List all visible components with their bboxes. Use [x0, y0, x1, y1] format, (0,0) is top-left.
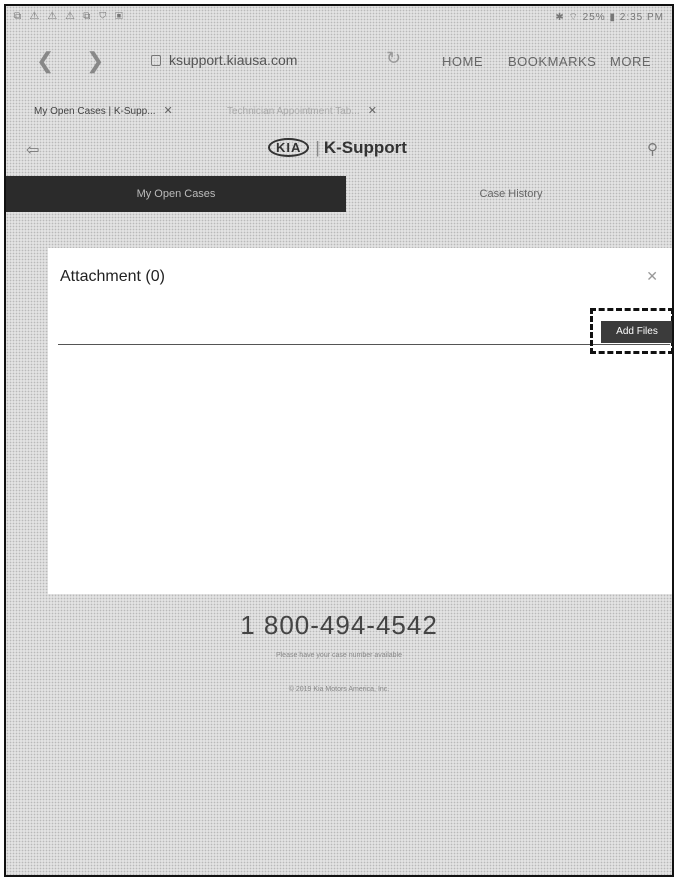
lock-icon: [151, 55, 161, 66]
site-header: ⇦ KIA | K-Support ⚲: [6, 126, 672, 172]
tab-technician-appointment[interactable]: Technician Appointment Tab... ✕: [221, 98, 451, 120]
url-text: ksupport.kiausa.com: [169, 52, 298, 68]
page-title: K-Support: [323, 138, 407, 157]
browser-tab-bar: My Open Cases | K-Supp... ✕ Technician Ap…: [6, 90, 672, 126]
bookmarks-link[interactable]: BOOKMARKS: [508, 54, 596, 69]
back-arrow-icon[interactable]: ❮: [36, 48, 54, 74]
status-indicators: ✱ ⌔ 25% ▮ 2:35 PM: [555, 12, 664, 23]
browser-toolbar: ❮ ❯ ksupport.kiausa.com ↻ HOME BOOKMARKS…: [6, 28, 672, 90]
copyright: © 2019 Kia Motors America, Inc.: [288, 686, 390, 693]
tab-label: Technician Appointment Tab...: [227, 106, 360, 117]
status-icons: ⧉ ⚠ ⚠ ⚠ ⧉ ⛉ ▣: [14, 11, 126, 22]
tab-label: My Open Cases | K-Supp...: [34, 106, 156, 117]
screen-frame: ⧉ ⚠ ⚠ ⚠ ⧉ ⛉ ▣ ✱ ⌔ 25% ▮ 2:35 PM ❮ ❯ ksup…: [4, 4, 674, 877]
reload-icon[interactable]: ↻: [386, 48, 401, 69]
phone-caption: Please have your case number available: [275, 652, 403, 659]
home-link[interactable]: HOME: [442, 54, 483, 69]
more-link[interactable]: MORE: [610, 54, 651, 69]
close-icon[interactable]: ✕: [646, 268, 658, 285]
kia-logo: KIA: [268, 138, 310, 157]
modal-title: Attachment (0): [60, 268, 165, 285]
tab-my-open-cases[interactable]: My Open Cases | K-Supp... ✕: [28, 98, 218, 120]
brand: KIA | K-Support: [268, 138, 407, 158]
attachment-modal: Attachment (0) ✕: [48, 248, 672, 594]
close-icon[interactable]: ✕: [368, 105, 377, 117]
tab-my-open-cases[interactable]: My Open Cases: [6, 176, 346, 212]
case-tabs: My Open Cases Case History: [6, 176, 672, 212]
status-bar: ⧉ ⚠ ⚠ ⚠ ⧉ ⛉ ▣ ✱ ⌔ 25% ▮ 2:35 PM: [6, 6, 672, 28]
support-phone[interactable]: 1 800-494-4542: [6, 610, 672, 641]
add-files-button[interactable]: Add Files: [601, 321, 672, 343]
add-files-highlight: Add Files: [590, 308, 672, 354]
address-bar[interactable]: ksupport.kiausa.com: [151, 52, 297, 68]
forward-arrow-icon[interactable]: ❯: [86, 48, 104, 74]
back-icon[interactable]: ⇦: [26, 140, 39, 160]
modal-divider: [58, 344, 670, 345]
user-icon[interactable]: ⚲: [647, 140, 658, 158]
tab-case-history[interactable]: Case History: [346, 176, 672, 212]
close-icon[interactable]: ✕: [164, 105, 173, 117]
brand-separator: |: [315, 138, 320, 157]
